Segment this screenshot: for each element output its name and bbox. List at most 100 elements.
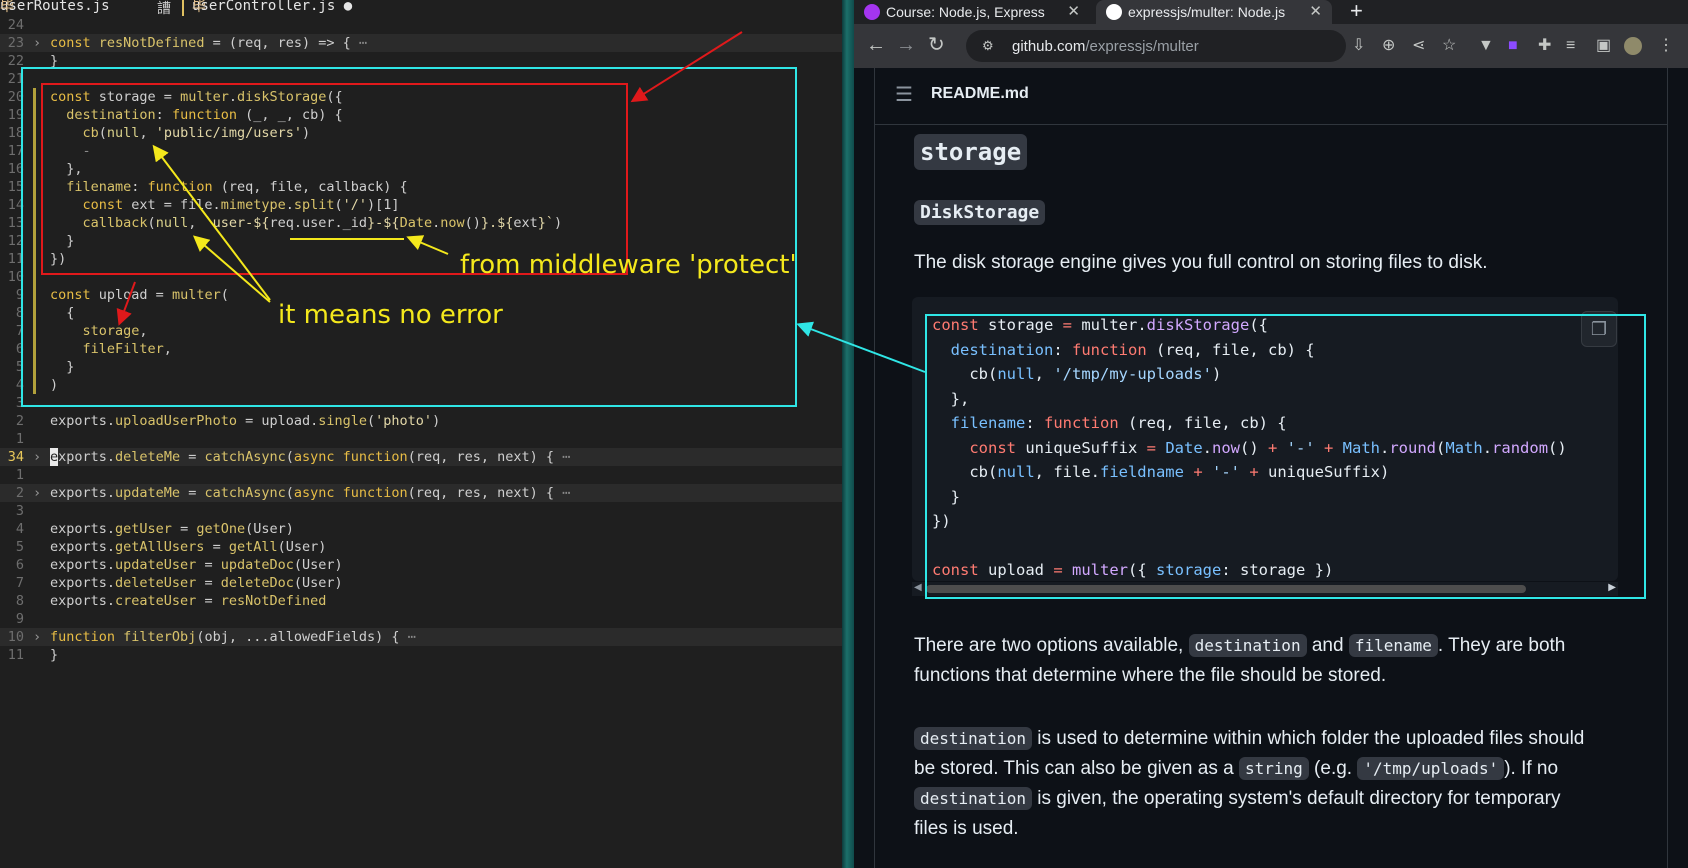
code-line[interactable]: 14 const ext = file.mimetype.split('/')[… [0,196,842,214]
code-line[interactable]: 20 const storage = multer.diskStorage({ [0,88,842,106]
code-line[interactable]: 10 › function filterObj(obj, ...allowedFie… [0,628,842,646]
code-line[interactable]: 2 exports.uploadUserPhoto = upload.single… [0,412,842,430]
code-text: const resNotDefined = (req, res) => { ⋯ [50,34,367,52]
browser-tab-course[interactable]: Course: Node.js, Express ✕ [854,0,1090,24]
line-number: 20 [7,89,24,105]
code-line[interactable]: 9 const upload = multer( [0,286,842,304]
code-line[interactable]: 7 exports.deleteUser = deleteDoc(User) [0,574,842,592]
code-token: ( [147,215,156,231]
outline-list-icon[interactable]: ☰ [895,82,913,107]
site-info-icon[interactable]: ⚙ [982,38,994,54]
code-line[interactable]: 4) [0,376,842,394]
side-panel-icon[interactable]: ▣ [1596,37,1611,55]
code-line[interactable]: 1 [0,466,842,484]
code-line[interactable]: 13 callback(null, `user-${req.user._id}-… [0,214,842,232]
code-line[interactable]: 3 [0,502,842,520]
code-line[interactable]: 9 [0,610,842,628]
code-text: } [50,358,74,376]
code-token: 'photo' [375,413,433,429]
code-token: const [932,316,988,334]
code-line[interactable]: 6 fileFilter, [0,340,842,358]
code-line[interactable]: 21 [0,70,842,88]
code-line[interactable]: 15 filename: function (req, file, callba… [0,178,842,196]
code-line[interactable]: 17 - [0,142,842,160]
code-token: upload [988,561,1054,579]
fold-chevron-icon[interactable]: › [33,448,41,466]
code-token: ⋯ [358,35,368,51]
bookmark-star-icon[interactable]: ☆ [1442,37,1456,55]
code-line[interactable]: 18 cb(null, 'public/img/users') [0,124,842,142]
code-line[interactable]: 8 { [0,304,842,322]
fold-chevron-icon[interactable]: › [33,484,41,502]
media-queue-icon[interactable]: ≡ [1566,37,1575,55]
code-line[interactable]: 16 }, [0,160,842,178]
line-number: 10 [7,269,24,285]
code-line[interactable]: 19 destination: function (_, _, cb) { [0,106,842,124]
code-line[interactable]: 4 exports.getUser = getOne(User) [0,520,842,538]
code-token: now [440,215,465,231]
fold-chevron-icon[interactable]: › [33,34,41,52]
code-line[interactable]: 3 [0,394,842,412]
code-token: Date [1165,438,1203,457]
readme-header: ☰ README.md [875,68,1667,125]
code-line[interactable]: 1 [0,430,842,448]
extension-purple-icon[interactable]: ■ [1508,37,1518,55]
close-tab-icon[interactable]: ✕ [1067,0,1080,24]
code-line[interactable]: 11}) [0,250,842,268]
extension-vee-icon[interactable]: ▼ [1478,37,1494,55]
code-token: Date [399,215,433,231]
text: There are two options available, [914,635,1189,656]
code-line[interactable]: 10 [0,268,842,286]
extensions-puzzle-icon[interactable]: ✚ [1538,37,1551,55]
code-token: ( [1436,438,1446,457]
forward-arrow-icon[interactable]: → [896,35,916,55]
editor-tab-userroutes[interactable]: 毕 userRoutes.js [0,0,110,15]
code-line[interactable]: 5 exports.getAllUsers = getAll(User) [0,538,842,556]
code-line[interactable]: 23 › const resNotDefined = (req, res) => {… [0,34,842,52]
code-token: }-${ [367,215,400,231]
profile-avatar[interactable] [1624,37,1642,55]
code-token: . [228,89,237,105]
install-icon[interactable]: ⇩ [1352,37,1365,55]
code-token: ( [285,449,294,465]
fold-chevron-icon[interactable]: › [33,628,41,646]
new-tab-button[interactable]: + [1350,0,1363,22]
code-line[interactable]: 8 exports.createUser = resNotDefined [0,592,842,610]
back-arrow-icon[interactable]: ← [866,35,886,55]
code-line[interactable]: 34 › exports.deleteMe = catchAsync(async f… [0,448,842,466]
copy-icon[interactable]: ❐ [1581,311,1617,347]
share-icon[interactable]: ⋖ [1412,37,1425,55]
scroll-left-icon[interactable]: ◀ [914,582,922,593]
menu-kebab-icon[interactable]: ⋮ [1658,37,1674,55]
code-horizontal-scrollbar[interactable]: ◀ ▶ [912,582,1618,596]
close-tab-icon[interactable]: ✕ [1309,0,1322,24]
zoom-icon[interactable]: ⊕ [1382,37,1395,55]
line-number: 1 [15,431,24,447]
code-line[interactable]: 11} [0,646,842,664]
line-number: 12 [7,233,24,249]
browser-tab-multer[interactable]: expressjs/multer: Node.js ✕ [1096,0,1332,24]
code-token: : storage }) [1221,561,1334,579]
code-token: const [932,561,988,579]
code-token: storage [988,316,1063,334]
code-text: } [50,232,74,250]
readme-title[interactable]: README.md [931,85,1029,103]
code-line[interactable]: 2 › exports.updateMe = catchAsync(async fu… [0,484,842,502]
text: be stored. This can also be given as a [914,758,1239,779]
code-line[interactable]: 7 storage, [0,322,842,340]
address-bar[interactable]: ⚙ github.com/expressjs/multer [966,30,1346,62]
code-token: exports. [50,413,116,429]
scroll-right-icon[interactable]: ▶ [1608,582,1616,593]
code-line[interactable]: 12 } [0,232,842,250]
scrollbar-thumb[interactable] [926,585,1526,593]
code-token: const [50,35,99,51]
inline-code: destination [914,787,1032,810]
editor-tab-usercontroller[interactable]: 毕 userController.js ● [192,0,352,15]
code-line[interactable]: 24 [0,16,842,34]
reload-icon[interactable]: ↻ [928,35,945,55]
code-line[interactable]: 6 exports.updateUser = updateDoc(User) [0,556,842,574]
code-line[interactable]: 5 } [0,358,842,376]
line-number: 5 [15,539,24,555]
code-token: } [50,233,75,249]
code-line[interactable]: 22} [0,52,842,70]
